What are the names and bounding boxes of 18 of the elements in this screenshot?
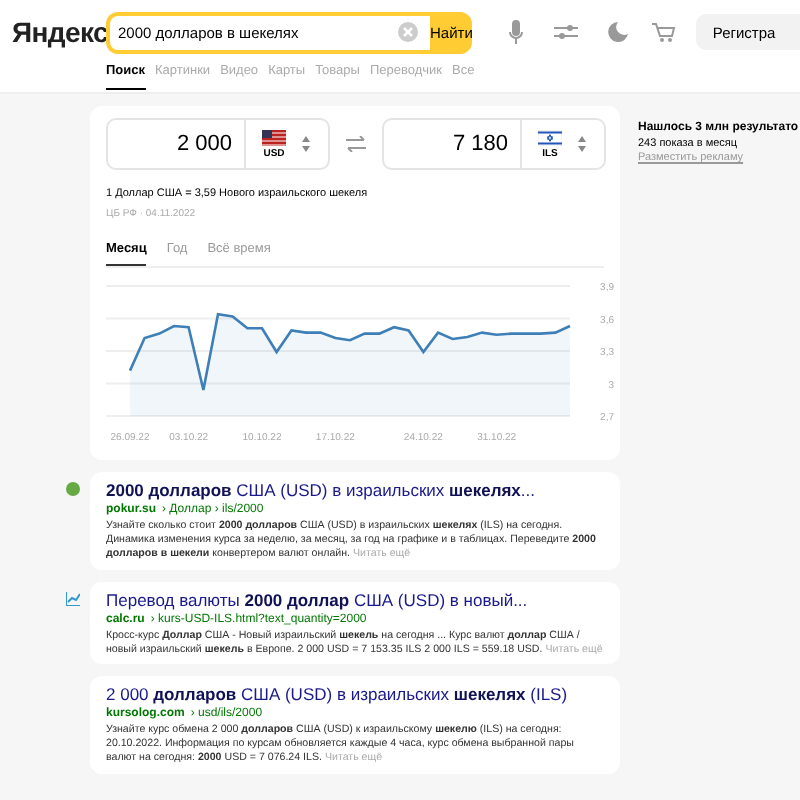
amount-field[interactable]: 7 180: [382, 118, 522, 170]
flag-icon: [538, 129, 562, 145]
logo[interactable]: Яндекс: [12, 16, 102, 48]
moon-icon[interactable]: [608, 22, 629, 42]
result-title[interactable]: 2000 долларов США (USD) в израильских шекелях...: [106, 480, 604, 500]
microphone-icon[interactable]: [508, 20, 525, 44]
clear-icon[interactable]: [398, 22, 418, 42]
cart-icon[interactable]: [652, 22, 677, 42]
result-title[interactable]: 2 000 долларов США (USD) в израильских шекелях (ILS): [106, 684, 604, 705]
updown-icon: [578, 136, 586, 152]
site-icon: [66, 482, 80, 496]
sliders-icon[interactable]: [554, 22, 579, 42]
updown-icon: [302, 136, 310, 152]
result-title[interactable]: Перевод валюты 2000 доллар США (USD) в новый...: [106, 589, 604, 610]
site-icon: [66, 591, 80, 606]
swap-icon[interactable]: [346, 136, 366, 152]
amount-field[interactable]: 2 000: [106, 118, 246, 170]
flag-icon: [262, 129, 286, 145]
